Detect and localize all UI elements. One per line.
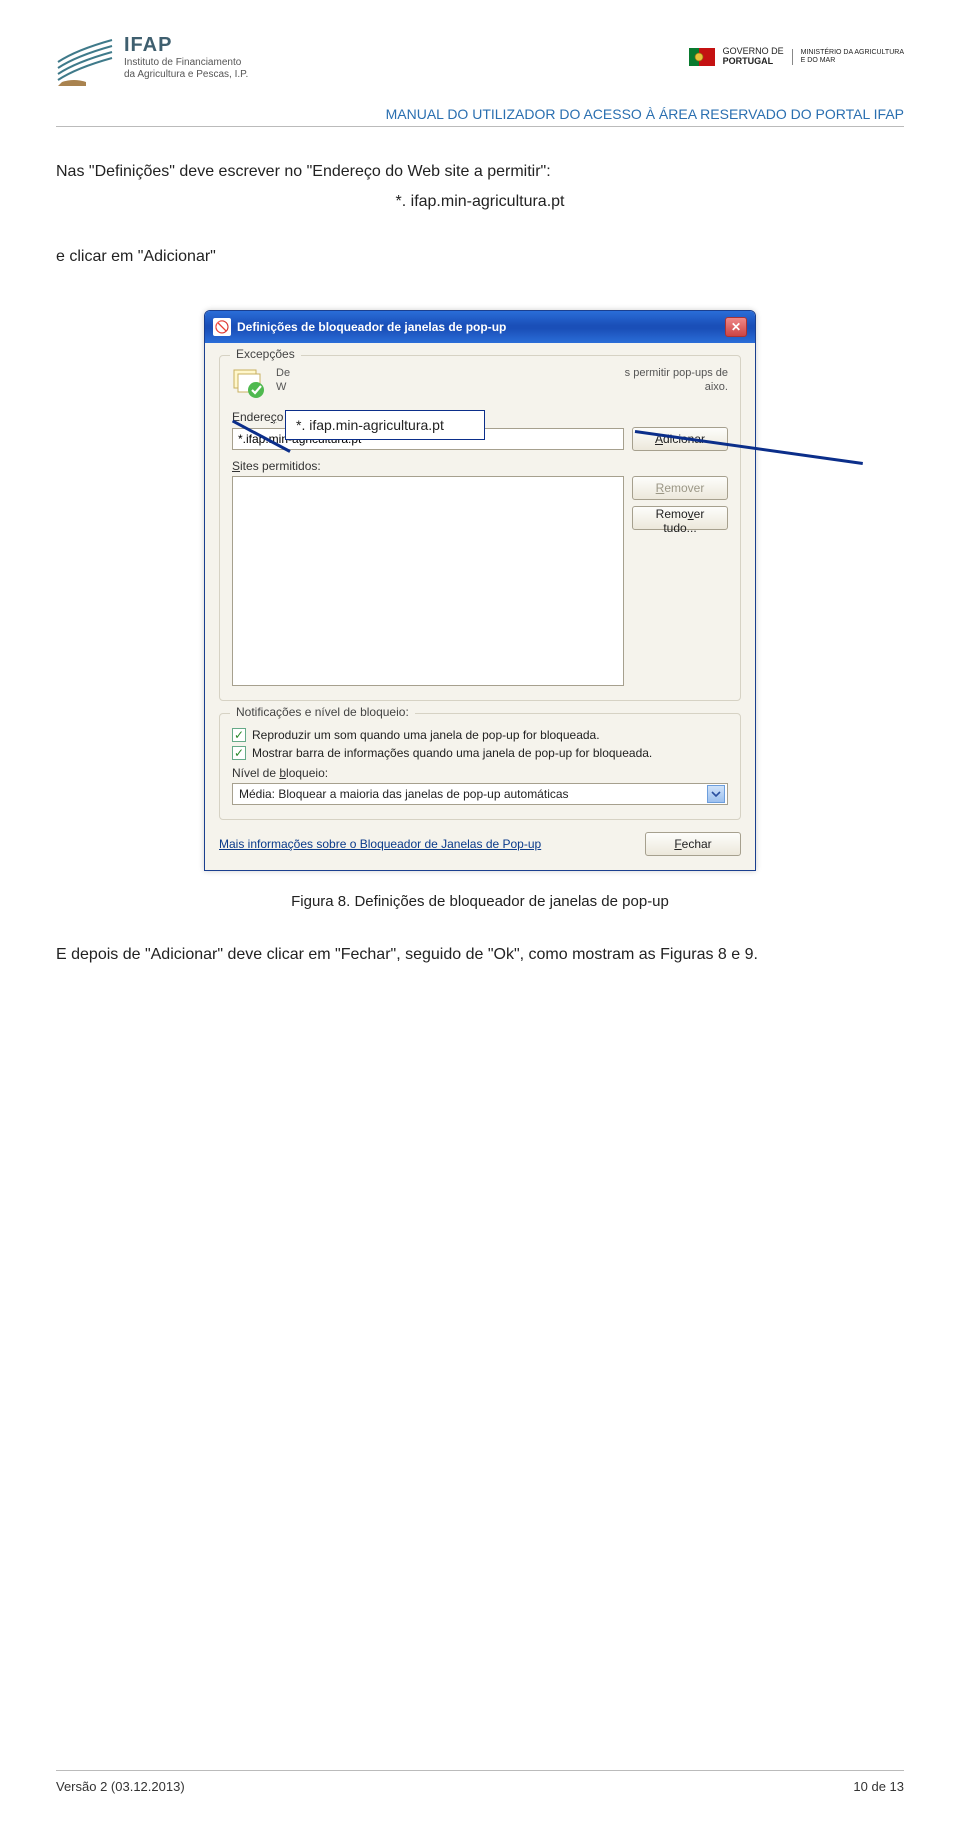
ifap-title: IFAP (124, 33, 248, 57)
figure-8-wrap: *. ifap.min-agricultura.pt 🚫 Definições … (155, 310, 805, 871)
allowed-sites-list[interactable] (232, 476, 624, 686)
figure-8-caption: Figura 8. Definições de bloqueador de ja… (56, 893, 904, 910)
callout-box: *. ifap.min-agricultura.pt (285, 410, 485, 440)
gov-logo-block: GOVERNO DE PORTUGAL MINISTÉRIO DA AGRICU… (689, 47, 904, 67)
min-line2: E DO MAR (801, 57, 904, 65)
close-icon[interactable]: ✕ (725, 317, 747, 337)
notifications-fieldset: Notificações e nível de bloqueio: ✓ Repr… (219, 713, 741, 820)
remove-all-button[interactable]: Remover tudo... (632, 506, 728, 530)
remove-button[interactable]: Remover (632, 476, 728, 500)
block-level-label: Nível de bloqueio: (232, 766, 728, 780)
more-info-link[interactable]: Mais informações sobre o Bloqueador de J… (219, 837, 541, 851)
manual-title: MANUAL DO UTILIZADOR DO ACESSO À ÁREA RE… (56, 106, 904, 126)
dialog-titlebar: 🚫 Definições de bloqueador de janelas de… (205, 311, 755, 343)
block-level-select[interactable]: Média: Bloquear a maioria das janelas de… (232, 783, 728, 805)
checkbox-sound-label: Reproduzir um som quando uma janela de p… (252, 728, 600, 742)
popup-blocker-dialog: 🚫 Definições de bloqueador de janelas de… (204, 310, 756, 871)
dialog-title: Definições de bloqueador de janelas de p… (237, 320, 506, 334)
page-footer: Versão 2 (03.12.2013) 10 de 13 (56, 1770, 904, 1794)
paragraph-1-value: *. ifap.min-agricultura.pt (56, 187, 904, 217)
exc-text-left: De W (276, 366, 290, 395)
checkbox-infobar-label: Mostrar barra de informações quando uma … (252, 746, 652, 760)
page-root: IFAP Instituto de Financiamento da Agric… (0, 0, 960, 1822)
min-line1: MINISTÉRIO DA AGRICULTURA (801, 49, 904, 57)
dialog-icon: 🚫 (213, 318, 231, 336)
chevron-down-icon (707, 785, 725, 803)
paragraph-2: e clicar em "Adicionar" (56, 242, 904, 272)
ifap-logo-block: IFAP Instituto de Financiamento da Agric… (56, 28, 248, 86)
shield-check-icon (232, 366, 266, 400)
notifications-legend: Notificações e nível de bloqueio: (230, 705, 415, 719)
exc-text-right: s permitir pop-ups de aixo. (625, 366, 728, 395)
block-level-value: Média: Bloquear a maioria das janelas de… (239, 787, 569, 801)
exceptions-legend: Excepções (230, 347, 301, 361)
page-header: IFAP Instituto de Financiamento da Agric… (56, 28, 904, 86)
footer-version: Versão 2 (03.12.2013) (56, 1779, 185, 1794)
ifap-logo-icon (56, 28, 114, 86)
footer-page: 10 de 13 (853, 1779, 904, 1794)
paragraph-1: Nas "Definições" deve escrever no "Ender… (56, 157, 904, 187)
checkbox-sound[interactable]: ✓ (232, 728, 246, 742)
exceptions-fieldset: Excepções De W s permitir po (219, 355, 741, 701)
ifap-sub1: Instituto de Financiamento (124, 57, 248, 69)
allowed-sites-label: Sites permitidos: (232, 459, 728, 473)
gov-line2: PORTUGAL (723, 57, 784, 67)
paragraph-3: E depois de "Adicionar" deve clicar em "… (56, 940, 904, 970)
ifap-sub2: da Agricultura e Pescas, I.P. (124, 69, 248, 81)
checkbox-infobar[interactable]: ✓ (232, 746, 246, 760)
header-divider (56, 126, 904, 127)
portugal-flag-icon (689, 48, 715, 66)
close-button[interactable]: Fechar (645, 832, 741, 856)
